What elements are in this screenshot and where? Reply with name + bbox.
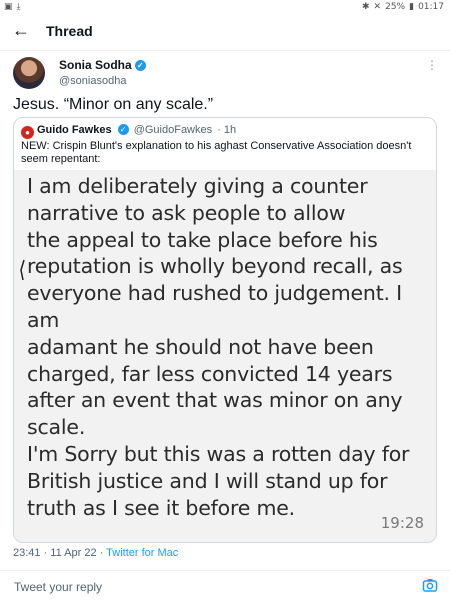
verified-badge-icon: ✓ [134, 60, 146, 71]
image-text-line: I am deliberately giving a counter [27, 174, 368, 198]
author-handle[interactable]: @soniasodha [59, 75, 126, 87]
image-text-line: charged, far less convicted 14 years [27, 361, 393, 386]
mute-icon: ✕ [373, 2, 382, 12]
author-name[interactable]: Sonia Sodha [59, 58, 132, 72]
image-text-line: British justice and I will stand up for [27, 468, 388, 493]
avatar[interactable] [13, 57, 45, 89]
quoted-author-name[interactable]: Guido Fawkes [37, 124, 112, 136]
reply-input[interactable]: Tweet your reply [14, 580, 102, 594]
page-title: Thread [46, 23, 93, 39]
notification-icon: ▣ [4, 2, 13, 12]
top-bar: ← Thread [0, 14, 450, 50]
image-text-line: reputation is wholly beyond recall, as [27, 254, 403, 279]
quoted-avatar-icon[interactable]: ● [21, 126, 34, 139]
image-text-line: after an event that was minor on any [27, 388, 403, 413]
bluetooth-icon: ✱ [362, 2, 370, 12]
camera-icon[interactable] [422, 577, 438, 593]
tweet-client-link[interactable]: Twitter for Mac [106, 547, 178, 559]
quoted-tweet-header: ● Guido Fawkes ✓ @GuidoFawkes · 1h [21, 124, 236, 139]
image-timestamp: 19:28 [380, 514, 424, 532]
image-text-line: everyone had rushed to judgement. I [27, 281, 403, 306]
tweet-text: Jesus. “Minor on any scale.” [13, 96, 214, 113]
clock: 01:17 [418, 2, 444, 12]
author-name-row[interactable]: Sonia Sodha ✓ [59, 58, 146, 72]
quoted-tweet-age: · 1h [217, 124, 237, 136]
more-options-icon[interactable]: ⋮ [426, 58, 438, 72]
image-text-line: adamant he should not have been [27, 334, 374, 359]
quoted-author-handle[interactable]: @GuidoFawkes [134, 124, 212, 136]
tweet-timestamp[interactable]: 23:41 · 11 Apr 22 · [13, 547, 106, 559]
quoted-tweet-text: NEW: Crispin Blunt's explanation to his … [21, 140, 412, 165]
battery-level: 25% [385, 2, 406, 12]
image-text-line: am [27, 307, 60, 332]
image-text-line: scale. [27, 415, 86, 440]
reply-bar: Tweet your reply [0, 570, 450, 601]
tweet-meta: 23:41 · 11 Apr 22 · Twitter for Mac [13, 547, 178, 559]
download-icon: ⤓ [16, 2, 21, 12]
image-text-line: I'm Sorry but this was a rotten day for [27, 441, 410, 466]
image-text-block: I am deliberately giving a counter narra… [27, 173, 409, 521]
quoted-tweet[interactable]: ● Guido Fawkes ✓ @GuidoFawkes · 1h NEW: C… [13, 117, 437, 543]
quoted-tweet-image[interactable]: I am deliberately giving a counter narra… [14, 170, 436, 542]
back-arrow-icon[interactable]: ← [12, 20, 30, 41]
image-text-line: truth as I see it before me. [27, 495, 295, 520]
battery-icon: ▮ [409, 2, 415, 12]
image-text-line: narrative to ask people to allow [27, 200, 346, 225]
status-bar: ▣ ⤓ ✱ ✕ 25% ▮ 01:17 [0, 0, 450, 14]
verified-badge-icon: ✓ [117, 124, 129, 135]
image-text-line: the appeal to take place before his [27, 227, 378, 252]
header-divider [0, 50, 450, 51]
